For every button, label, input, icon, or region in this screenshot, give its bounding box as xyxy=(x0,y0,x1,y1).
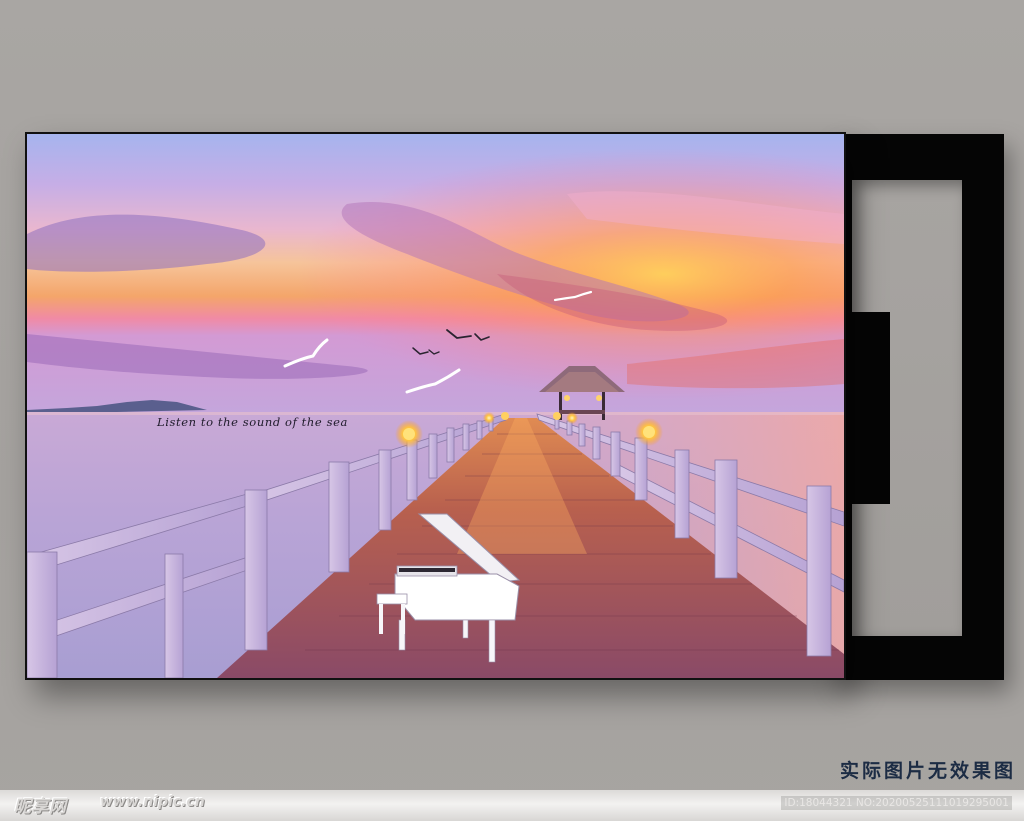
back-frame-notch xyxy=(852,312,890,504)
image-id-label: ID:18044321 NO:20200525111019295001 xyxy=(781,796,1012,810)
disclaimer-tagline: 实际图片无效果图 xyxy=(839,760,1016,782)
watermark-logo: 昵享网 xyxy=(14,797,67,817)
mockup-scene: Listen to the sound of the sea 实际图片无效果图 … xyxy=(0,0,1024,821)
watermark-url: www.nipic.cn xyxy=(100,794,205,810)
canvas-print: Listen to the sound of the sea xyxy=(25,132,846,680)
artwork-caption: Listen to the sound of the sea xyxy=(157,415,348,429)
seascape-painting xyxy=(27,134,844,678)
